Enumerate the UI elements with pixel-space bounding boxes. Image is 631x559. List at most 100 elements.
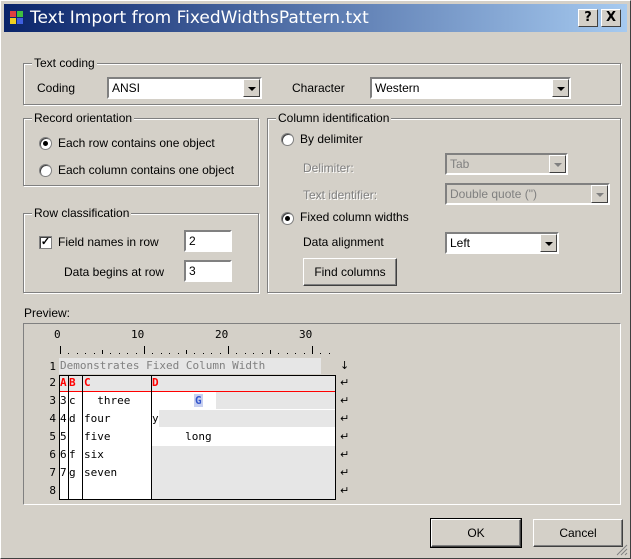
cell: four <box>84 412 111 425</box>
title-bar[interactable]: Text Import from FixedWidthsPattern.txt … <box>4 4 627 32</box>
ruler-tick <box>194 353 196 354</box>
ruler-tick <box>118 353 120 354</box>
import-dialog: Text Import from FixedWidthsPattern.txt … <box>0 0 631 559</box>
grid-shade <box>216 392 335 409</box>
text-identifier-select[interactable]: Double quote (") <box>445 183 610 205</box>
ruler-label: 0 <box>54 328 61 341</box>
field-names-checkbox[interactable]: ✓ <box>39 236 52 249</box>
field-names-row-value: 2 <box>189 234 196 248</box>
ruler-tick <box>211 353 213 354</box>
find-columns-label: Find columns <box>314 265 386 279</box>
selected-cell[interactable]: G <box>194 394 203 407</box>
preview-label: Preview: <box>24 306 71 320</box>
ruler-tick <box>253 353 255 354</box>
ruler-tick <box>169 353 171 354</box>
columns-radio[interactable] <box>39 164 52 177</box>
row-classification-legend: Row classification <box>32 206 132 220</box>
data-alignment-label: Data alignment <box>303 235 384 249</box>
ruler-label: 10 <box>131 328 145 341</box>
data-begins-label: Data begins at row <box>64 265 165 279</box>
ruler-tick <box>312 346 313 354</box>
cell: g <box>69 466 76 479</box>
grid-shade <box>159 410 335 427</box>
character-select[interactable]: Western <box>370 77 571 99</box>
preview-pane[interactable]: 0 10 20 30 1 2 3 4 5 6 7 8 Demonstrates … <box>23 323 621 505</box>
ruler-tick <box>152 353 154 354</box>
ruler-tick <box>60 346 61 354</box>
field-names-label[interactable]: Field names in row <box>58 235 159 249</box>
ruler-tick <box>320 353 322 354</box>
text-identifier-label: Text identifier: <box>303 188 378 202</box>
cell: 7 <box>60 466 67 479</box>
delimiter-value: Tab <box>450 157 470 171</box>
data-alignment-select[interactable]: Left <box>445 232 559 254</box>
by-delimiter-label[interactable]: By delimiter <box>300 132 363 146</box>
data-alignment-value: Left <box>450 236 471 250</box>
row-number: 2 <box>49 376 56 389</box>
chevron-down-icon[interactable] <box>549 155 566 173</box>
chevron-down-icon[interactable] <box>243 79 260 97</box>
cell: 4 <box>60 412 67 425</box>
ruler-tick <box>127 353 129 354</box>
column-identification-legend: Column identification <box>276 111 392 125</box>
by-delimiter-radio[interactable] <box>281 133 294 146</box>
ruler-tick <box>76 353 78 354</box>
chevron-down-icon[interactable] <box>552 79 569 97</box>
data-begins-row-input[interactable]: 3 <box>184 260 232 282</box>
ruler-tick <box>236 353 238 354</box>
cancel-button[interactable]: Cancel <box>533 519 623 547</box>
fixed-widths-radio[interactable] <box>281 212 294 225</box>
ruler-tick <box>202 353 204 354</box>
find-columns-button[interactable]: Find columns <box>303 258 397 286</box>
cell: d <box>69 412 76 425</box>
eol-marker: ↵ <box>340 448 350 461</box>
ruler-tick <box>295 353 297 354</box>
ruler-tick <box>270 350 271 354</box>
row-1-marker: ↓ <box>340 359 350 372</box>
delimiter-select[interactable]: Tab <box>445 153 568 175</box>
chevron-down-icon[interactable] <box>540 234 557 252</box>
column-break[interactable] <box>82 376 83 500</box>
cell: seven <box>84 466 118 479</box>
character-label: Character <box>292 81 345 95</box>
ruler-tick <box>219 353 221 354</box>
resize-grip-icon[interactable] <box>616 544 628 556</box>
help-button[interactable]: ? <box>578 9 598 27</box>
cell: six <box>84 448 104 461</box>
table-import-icon <box>10 11 23 24</box>
cell: three <box>84 394 131 407</box>
ruler-tick <box>278 353 280 354</box>
row-number: 1 <box>49 360 56 373</box>
coding-select[interactable]: ANSI <box>107 77 262 99</box>
text-coding-legend: Text coding <box>32 56 97 70</box>
ruler-tick <box>68 353 70 354</box>
text-identifier-value: Double quote (") <box>450 187 537 201</box>
grid-shade <box>152 446 335 499</box>
ruler-tick <box>328 353 330 354</box>
eol-marker: ↵ <box>340 466 350 479</box>
rows-radio[interactable] <box>39 137 52 150</box>
ruler-tick <box>144 346 145 354</box>
ruler-tick <box>135 353 137 354</box>
eol-marker: ↵ <box>340 376 350 389</box>
row-number: 3 <box>49 394 56 407</box>
eol-marker: ↵ <box>340 484 350 497</box>
record-orientation-legend: Record orientation <box>32 111 135 125</box>
window-title: Text Import from FixedWidthsPattern.txt <box>30 8 369 28</box>
rows-radio-label[interactable]: Each row contains one object <box>58 136 215 150</box>
row-1-text: Demonstrates Fixed Column Width <box>60 359 266 372</box>
columns-radio-label[interactable]: Each column contains one object <box>58 163 234 177</box>
ruler-label: 20 <box>215 328 229 341</box>
fixed-widths-label[interactable]: Fixed column widths <box>300 210 409 224</box>
eol-marker: ↵ <box>340 394 350 407</box>
cell: y <box>152 412 159 425</box>
close-button[interactable]: X <box>601 9 621 27</box>
coding-value: ANSI <box>112 81 141 95</box>
ruler-tick <box>93 353 95 354</box>
field-names-row-input[interactable]: 2 <box>184 230 232 252</box>
cell: five <box>84 430 111 443</box>
ok-button[interactable]: OK <box>430 518 522 548</box>
field-header: D <box>152 376 159 389</box>
coding-label: Coding <box>37 81 76 95</box>
chevron-down-icon[interactable] <box>591 185 608 203</box>
